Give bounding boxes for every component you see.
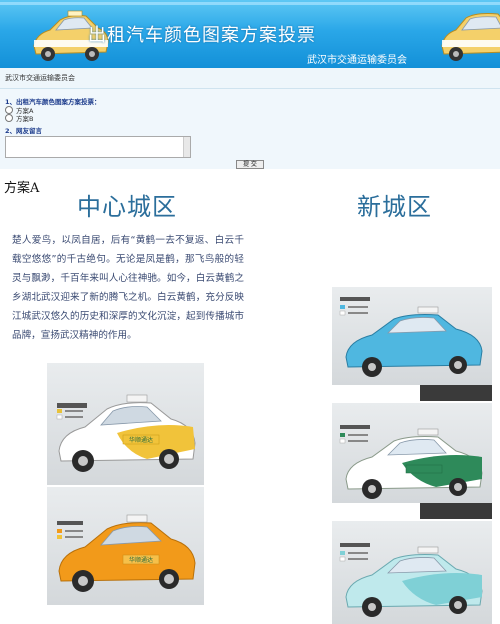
- taxi-white-yellow-label: 华顺通达: [129, 436, 153, 444]
- submit-button[interactable]: 提 交: [236, 160, 264, 169]
- org-label: 武汉市交通运输委员会: [5, 74, 75, 82]
- taxi-panel-note-2: [420, 503, 492, 519]
- center-paragraph: 楚人爱鸟，以凤自居，后有“黄鹤一去不复返、白云千载空悠悠”的千古绝句。无论是凤是…: [12, 235, 244, 341]
- scheme-label: 方案A: [4, 181, 40, 196]
- taxi-panel-teal: [332, 521, 492, 624]
- taxi-panel-note-1: [420, 385, 492, 401]
- taxi-panel-green: [332, 403, 492, 503]
- taxi-green-image: [339, 425, 483, 499]
- org-bar: 武汉市交通运输委员会: [0, 68, 500, 89]
- taxi-teal-image: [339, 543, 483, 617]
- banner-title: 出租汽车颜色图案方案投票: [88, 25, 316, 46]
- message-textarea[interactable]: [5, 136, 191, 158]
- taxi-white-yellow-image: 华顺通达: [56, 394, 196, 472]
- question-2: 2、网友留言: [5, 127, 43, 135]
- taxi-panel-white-yellow: 华顺通达: [47, 363, 204, 485]
- banner-subtitle: 武汉市交通运输委员会: [307, 55, 407, 66]
- radio-b[interactable]: [5, 114, 13, 122]
- banner-taxi-right: [441, 13, 500, 61]
- new-area-heading: 新城区: [357, 193, 432, 221]
- taxi-orange-image: 华顺通达: [57, 514, 196, 592]
- taxi-panel-orange: 华顺通达: [47, 487, 204, 605]
- option-b[interactable]: 方案B: [5, 113, 33, 123]
- textarea-scrollbar[interactable]: [183, 137, 190, 157]
- banner-highlight: [0, 2, 500, 5]
- option-b-label: 方案B: [16, 115, 34, 123]
- center-heading: 中心城区: [77, 193, 177, 221]
- header-banner: 出租汽车颜色图案方案投票 武汉市交通运输委员会: [0, 0, 500, 68]
- taxi-blue-image: [339, 297, 483, 377]
- taxi-panel-blue: [332, 287, 492, 385]
- taxi-orange-label: 华顺通达: [129, 556, 153, 564]
